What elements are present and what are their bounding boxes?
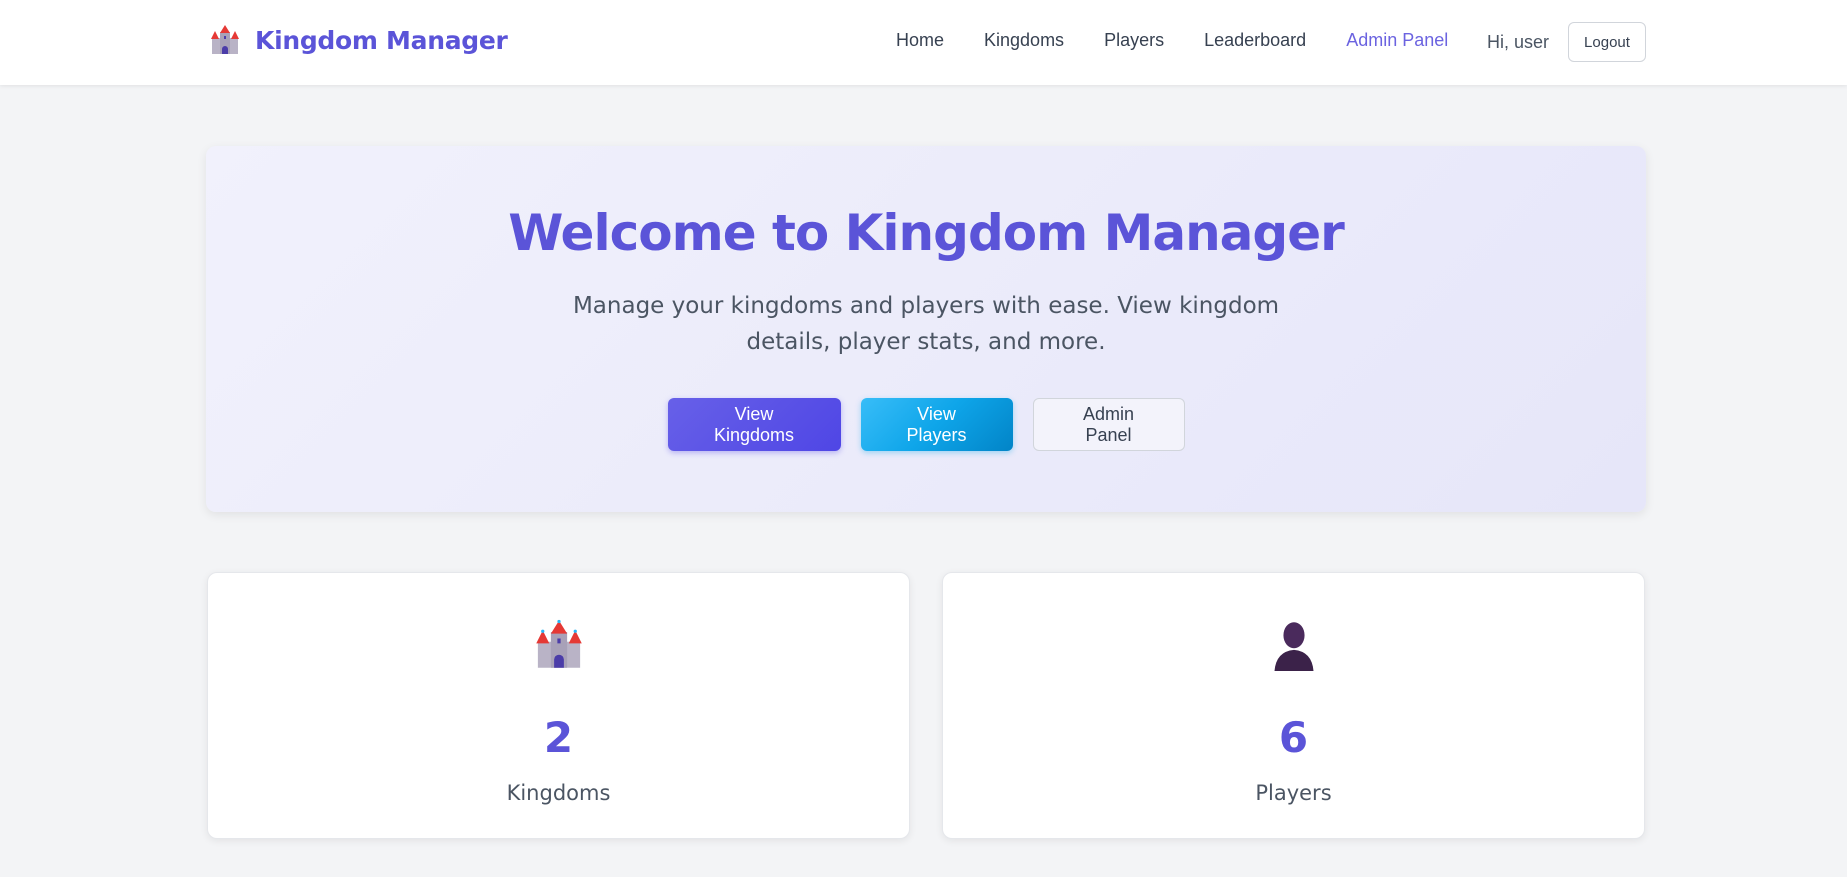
hero-actions: View Kingdoms View Players Admin Panel [206,398,1646,451]
castle-icon [211,25,239,54]
kingdoms-count: 2 [543,713,574,762]
user-greeting: Hi, user [1487,32,1550,52]
kingdoms-label: Kingdoms [506,781,611,805]
person-icon [1274,622,1313,671]
players-count: 6 [1278,713,1309,762]
players-label: Players [1255,781,1332,805]
brand-name: Kingdom Manager [255,25,508,55]
nav-admin-panel[interactable]: Admin Panel [1346,30,1448,51]
hero-subtitle: Manage your kingdoms and players with ea… [572,293,1280,355]
hero-title: Welcome to Kingdom Manager [508,204,1345,262]
view-kingdoms-button[interactable]: View Kingdoms [667,398,841,451]
nav-home[interactable]: Home [896,30,944,51]
nav-players[interactable]: Players [1104,30,1164,51]
top-navbar: Kingdom Manager Home Kingdoms Players Le… [0,0,1847,85]
brand[interactable]: Kingdom Manager [209,24,508,56]
logout-button[interactable]: Logout [1568,22,1646,62]
view-players-button[interactable]: View Players [860,398,1013,451]
hero-banner: Welcome to Kingdom Manager Manage your k… [206,146,1646,512]
admin-panel-button[interactable]: Admin Panel [1032,398,1185,451]
main-nav: Home Kingdoms Players Leaderboard Admin … [896,30,1488,51]
castle-icon [535,619,582,668]
players-stat-card: 6 Players [942,572,1645,839]
nav-kingdoms[interactable]: Kingdoms [984,30,1064,51]
nav-leaderboard[interactable]: Leaderboard [1204,30,1306,51]
kingdoms-stat-card: 2 Kingdoms [207,572,910,839]
